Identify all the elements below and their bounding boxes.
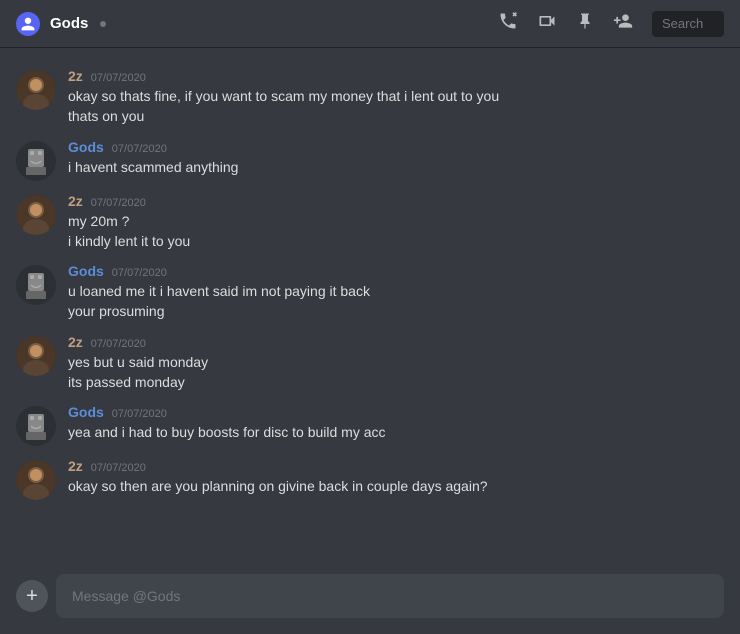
- video-icon[interactable]: [536, 11, 558, 36]
- add-button[interactable]: +: [16, 580, 48, 612]
- avatar[interactable]: [16, 195, 56, 235]
- message-content: 2z 07/07/2020 my 20m ?i kindly lent it to …: [68, 193, 724, 252]
- message-text: your prosuming: [68, 301, 724, 321]
- header-icons: [498, 11, 724, 37]
- message-content: Gods 07/07/2020 u loaned me it i havent sa…: [68, 263, 724, 322]
- message-header: 2z 07/07/2020: [68, 334, 724, 350]
- timestamp: 07/07/2020: [91, 197, 146, 209]
- channel-avatar: [16, 12, 40, 36]
- message-text: thats on you: [68, 106, 724, 126]
- add-friend-icon[interactable]: [612, 11, 634, 36]
- timestamp: 07/07/2020: [91, 72, 146, 84]
- message-text: yea and i had to buy boosts for disc to …: [68, 422, 724, 442]
- message-input-area: +: [0, 574, 740, 634]
- message-group: Gods 07/07/2020 u loaned me it i havent sa…: [0, 259, 740, 326]
- timestamp: 07/07/2020: [112, 408, 167, 420]
- username[interactable]: 2z: [68, 68, 83, 84]
- username[interactable]: 2z: [68, 334, 83, 350]
- message-group: 2z 07/07/2020 yes but u said mondayits pas…: [0, 330, 740, 397]
- message-content: 2z 07/07/2020 yes but u said mondayits pas…: [68, 334, 724, 393]
- username[interactable]: 2z: [68, 193, 83, 209]
- avatar[interactable]: [16, 141, 56, 181]
- message-group: Gods 07/07/2020 yea and i had to buy boost…: [0, 400, 740, 450]
- message-header: 2z 07/07/2020: [68, 458, 724, 474]
- timestamp: 07/07/2020: [112, 143, 167, 155]
- channel-header: Gods: [0, 0, 740, 48]
- message-text: okay so then are you planning on givine …: [68, 476, 724, 496]
- timestamp: 07/07/2020: [91, 462, 146, 474]
- message-header: 2z 07/07/2020: [68, 193, 724, 209]
- timestamp: 07/07/2020: [91, 338, 146, 350]
- avatar[interactable]: [16, 336, 56, 376]
- message-group: 2z 07/07/2020 my 20m ?i kindly lent it to …: [0, 189, 740, 256]
- avatar[interactable]: [16, 406, 56, 446]
- messages-container: 2z 07/07/2020 okay so thats fine, if you w…: [0, 48, 740, 574]
- message-content: Gods 07/07/2020 yea and i had to buy boost…: [68, 404, 724, 442]
- avatar[interactable]: [16, 460, 56, 500]
- message-group: 2z 07/07/2020 okay so thats fine, if you w…: [0, 64, 740, 131]
- message-text: its passed monday: [68, 372, 724, 392]
- username[interactable]: Gods: [68, 139, 104, 155]
- timestamp: 07/07/2020: [112, 267, 167, 279]
- pin-icon[interactable]: [576, 11, 594, 36]
- message-group: 2z 07/07/2020 okay so then are you plannin…: [0, 454, 740, 504]
- message-text: yes but u said monday: [68, 352, 724, 372]
- message-header: Gods 07/07/2020: [68, 263, 724, 279]
- message-content: 2z 07/07/2020 okay so then are you plannin…: [68, 458, 724, 496]
- username[interactable]: Gods: [68, 263, 104, 279]
- message-header: Gods 07/07/2020: [68, 139, 724, 155]
- message-header: Gods 07/07/2020: [68, 404, 724, 420]
- phone-icon[interactable]: [498, 11, 518, 36]
- avatar[interactable]: [16, 265, 56, 305]
- message-text: u loaned me it i havent said im not payi…: [68, 281, 724, 301]
- channel-name: Gods: [50, 15, 88, 32]
- search-input[interactable]: [652, 11, 724, 37]
- username[interactable]: 2z: [68, 458, 83, 474]
- avatar[interactable]: [16, 70, 56, 110]
- message-input[interactable]: [56, 574, 724, 618]
- message-group: Gods 07/07/2020 i havent scammed anything: [0, 135, 740, 185]
- message-text: okay so thats fine, if you want to scam …: [68, 86, 724, 106]
- username[interactable]: Gods: [68, 404, 104, 420]
- message-header: 2z 07/07/2020: [68, 68, 724, 84]
- message-content: Gods 07/07/2020 i havent scammed anything: [68, 139, 724, 177]
- message-text: my 20m ?: [68, 211, 724, 231]
- message-content: 2z 07/07/2020 okay so thats fine, if you w…: [68, 68, 724, 127]
- message-text: i kindly lent it to you: [68, 231, 724, 251]
- message-text: i havent scammed anything: [68, 157, 724, 177]
- status-dot: [100, 21, 106, 27]
